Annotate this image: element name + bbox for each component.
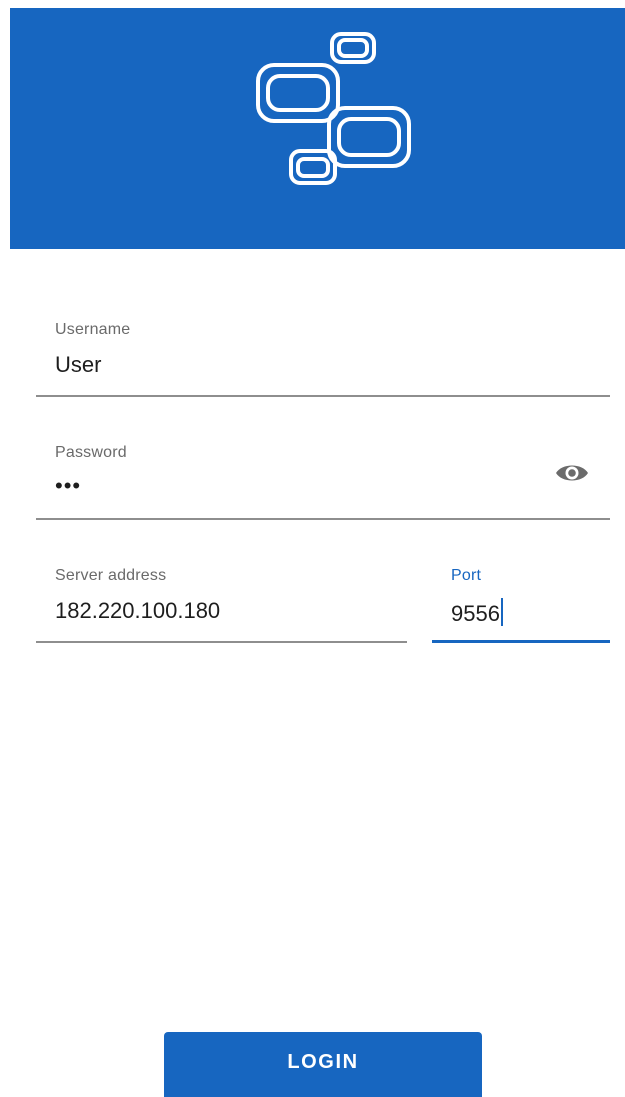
app-header [10, 8, 625, 249]
password-value[interactable]: ••• [55, 473, 81, 499]
port-underline [432, 640, 610, 643]
username-label: Username [55, 321, 131, 338]
password-field[interactable]: Password ••• [36, 441, 610, 523]
port-value[interactable]: 9556 [451, 598, 503, 627]
username-value[interactable]: User [55, 352, 101, 378]
server-address-value[interactable]: 182.220.100.180 [55, 598, 220, 624]
server-address-underline [36, 641, 407, 643]
port-label: Port [451, 567, 482, 584]
server-address-label: Server address [55, 567, 167, 584]
username-field[interactable]: Username User [36, 318, 610, 400]
eye-icon[interactable] [554, 461, 590, 485]
login-button[interactable]: LOGIN [164, 1032, 482, 1097]
server-address-field[interactable]: Server address 182.220.100.180 [36, 564, 407, 646]
app-logo-icon [256, 32, 411, 185]
password-label: Password [55, 444, 127, 461]
port-value-text: 9556 [451, 601, 500, 626]
port-field[interactable]: Port 9556 [432, 564, 610, 646]
password-underline [36, 518, 610, 520]
username-underline [36, 395, 610, 397]
text-caret [500, 598, 503, 626]
